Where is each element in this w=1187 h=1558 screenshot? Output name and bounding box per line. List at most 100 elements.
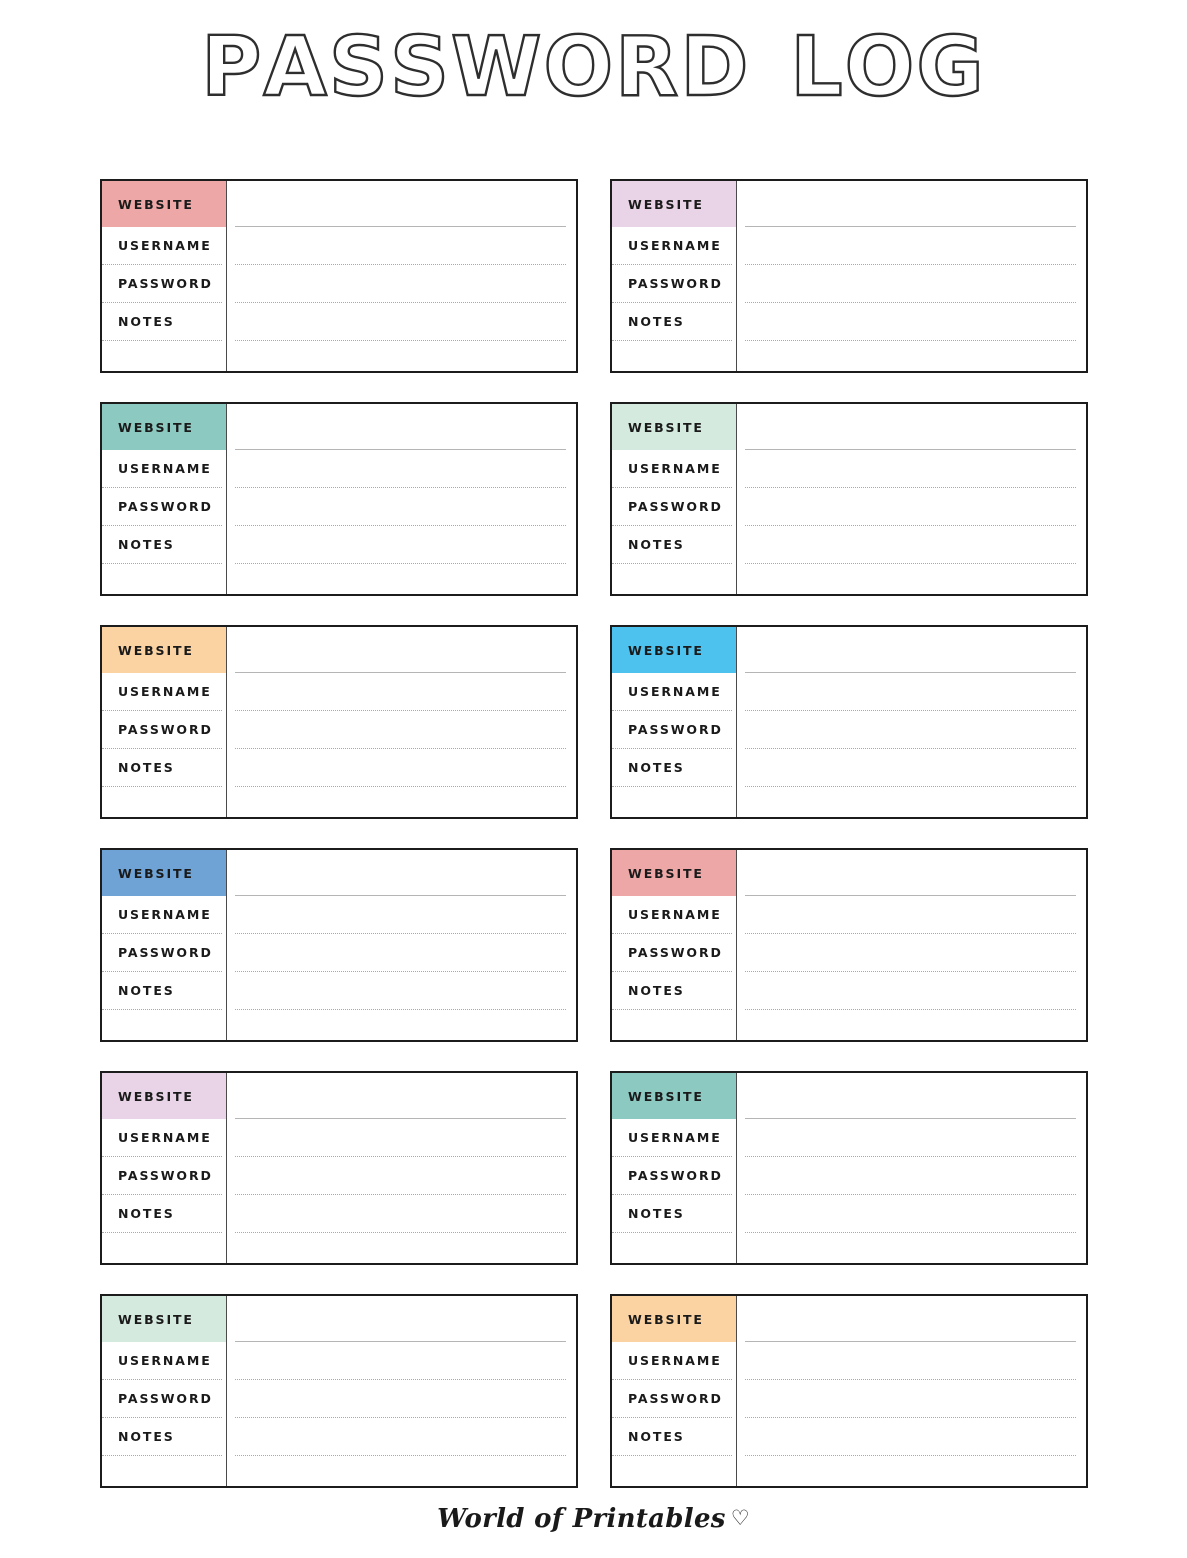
website-input[interactable] <box>745 181 1076 227</box>
website-input[interactable] <box>235 627 566 673</box>
notes-input[interactable] <box>745 749 1076 787</box>
password-label: PASSWORD <box>612 1157 732 1195</box>
password-input[interactable] <box>235 1157 566 1195</box>
notes-overflow-area[interactable] <box>235 1233 566 1263</box>
notes-input[interactable] <box>745 526 1076 564</box>
website-input[interactable] <box>745 850 1076 896</box>
website-label: WEBSITE <box>612 627 736 673</box>
website-label: WEBSITE <box>612 1073 736 1119</box>
notes-overflow-area[interactable] <box>745 1010 1076 1040</box>
notes-input[interactable] <box>745 1195 1076 1233</box>
title-letter: W <box>450 20 544 114</box>
card-label-column: WEBSITE USERNAME PASSWORD NOTES <box>612 1296 737 1486</box>
notes-overflow-area[interactable] <box>745 341 1076 371</box>
password-input[interactable] <box>235 711 566 749</box>
notes-label: NOTES <box>612 749 732 787</box>
password-label: PASSWORD <box>102 265 222 303</box>
title-letter: R <box>614 20 681 114</box>
username-input[interactable] <box>235 1119 566 1157</box>
password-input[interactable] <box>745 934 1076 972</box>
website-input[interactable] <box>745 1073 1076 1119</box>
notes-input[interactable] <box>745 303 1076 341</box>
username-input[interactable] <box>235 450 566 488</box>
password-input[interactable] <box>745 711 1076 749</box>
website-input[interactable] <box>745 627 1076 673</box>
username-input[interactable] <box>745 1342 1076 1380</box>
card-write-column <box>227 404 576 594</box>
username-input[interactable] <box>235 896 566 934</box>
password-entry-card: WEBSITE USERNAME PASSWORD NOTES <box>100 402 578 596</box>
notes-overflow-area[interactable] <box>745 1233 1076 1263</box>
username-input[interactable] <box>745 673 1076 711</box>
notes-input[interactable] <box>235 303 566 341</box>
password-card-grid: WEBSITE USERNAME PASSWORD NOTES WEBSITE USERN… <box>100 179 1088 1488</box>
password-entry-card: WEBSITE USERNAME PASSWORD NOTES <box>100 625 578 819</box>
card-label-column: WEBSITE USERNAME PASSWORD NOTES <box>102 850 227 1040</box>
password-label: PASSWORD <box>102 1157 222 1195</box>
card-write-column <box>227 1296 576 1486</box>
card-write-column <box>737 850 1086 1040</box>
footer-brand: World of Printables ♡ <box>0 1504 1187 1534</box>
card-write-column <box>737 1296 1086 1486</box>
password-input[interactable] <box>745 265 1076 303</box>
label-column-filler <box>102 1233 226 1263</box>
password-input[interactable] <box>235 934 566 972</box>
password-input[interactable] <box>235 488 566 526</box>
notes-label: NOTES <box>102 303 222 341</box>
notes-label: NOTES <box>612 972 732 1010</box>
website-input[interactable] <box>235 181 566 227</box>
notes-input[interactable] <box>745 972 1076 1010</box>
website-label: WEBSITE <box>102 181 226 227</box>
title-letter: S <box>389 20 451 114</box>
notes-overflow-area[interactable] <box>745 564 1076 594</box>
notes-overflow-area[interactable] <box>235 1456 566 1486</box>
username-input[interactable] <box>235 227 566 265</box>
password-label: PASSWORD <box>102 934 222 972</box>
password-input[interactable] <box>235 1380 566 1418</box>
username-label: USERNAME <box>612 227 732 265</box>
title-letter: S <box>328 20 390 114</box>
notes-input[interactable] <box>235 1418 566 1456</box>
password-input[interactable] <box>235 265 566 303</box>
username-input[interactable] <box>235 1342 566 1380</box>
notes-overflow-area[interactable] <box>745 1456 1076 1486</box>
page-title: PASSWORDLOG <box>0 20 1187 114</box>
password-input[interactable] <box>745 1157 1076 1195</box>
username-input[interactable] <box>745 227 1076 265</box>
notes-overflow-area[interactable] <box>235 1010 566 1040</box>
notes-overflow-area[interactable] <box>745 787 1076 817</box>
notes-input[interactable] <box>235 526 566 564</box>
password-input[interactable] <box>745 488 1076 526</box>
username-input[interactable] <box>745 896 1076 934</box>
notes-input[interactable] <box>745 1418 1076 1456</box>
website-input[interactable] <box>235 1073 566 1119</box>
notes-overflow-area[interactable] <box>235 341 566 371</box>
website-input[interactable] <box>235 404 566 450</box>
website-input[interactable] <box>745 1296 1076 1342</box>
card-label-column: WEBSITE USERNAME PASSWORD NOTES <box>612 181 737 371</box>
notes-label: NOTES <box>102 526 222 564</box>
password-label: PASSWORD <box>612 1380 732 1418</box>
website-input[interactable] <box>235 850 566 896</box>
website-input[interactable] <box>745 404 1076 450</box>
username-input[interactable] <box>745 450 1076 488</box>
notes-label: NOTES <box>102 972 222 1010</box>
username-input[interactable] <box>235 673 566 711</box>
password-entry-card: WEBSITE USERNAME PASSWORD NOTES <box>100 1071 578 1265</box>
title-letter: D <box>679 20 750 114</box>
title-letter: O <box>843 20 917 114</box>
notes-label: NOTES <box>102 1418 222 1456</box>
notes-input[interactable] <box>235 1195 566 1233</box>
card-write-column <box>227 181 576 371</box>
notes-input[interactable] <box>235 972 566 1010</box>
notes-input[interactable] <box>235 749 566 787</box>
username-input[interactable] <box>745 1119 1076 1157</box>
label-column-filler <box>102 1456 226 1486</box>
password-entry-card: WEBSITE USERNAME PASSWORD NOTES <box>610 402 1088 596</box>
password-input[interactable] <box>745 1380 1076 1418</box>
card-label-column: WEBSITE USERNAME PASSWORD NOTES <box>102 1073 227 1263</box>
website-input[interactable] <box>235 1296 566 1342</box>
notes-overflow-area[interactable] <box>235 787 566 817</box>
username-label: USERNAME <box>102 673 222 711</box>
notes-overflow-area[interactable] <box>235 564 566 594</box>
